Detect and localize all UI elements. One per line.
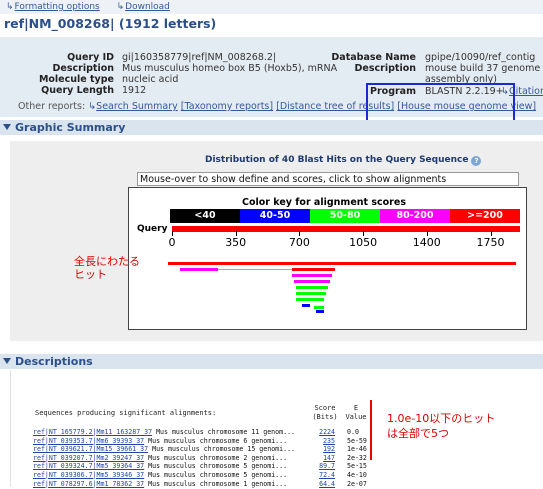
arrow-icon: ↳ <box>88 101 97 112</box>
formatting-options-link[interactable]: Formatting options <box>15 2 100 12</box>
evalue: 4e-10 <box>347 471 367 479</box>
axis-tick-label: 1050 <box>349 236 378 249</box>
descriptions-header[interactable]: Descriptions <box>0 354 543 369</box>
sequence-description: Mus musculus chromosome 5 genomi... <box>144 471 288 479</box>
hit-bar[interactable] <box>180 268 218 271</box>
query-bar <box>172 226 520 232</box>
evalue-column-header: E Value <box>345 404 367 421</box>
score-link[interactable]: 89.7 <box>315 462 335 470</box>
score-link[interactable]: 235 <box>315 437 335 445</box>
evalue: 2e-07 <box>347 479 367 488</box>
molecule-type-value: nucleic acid <box>122 74 179 85</box>
hit-bar[interactable] <box>296 292 326 295</box>
sequence-accession-link[interactable]: ref|NT_165779.2|Mm11_163287_37 <box>33 428 152 436</box>
query-accession: ref|NM_008268| <box>4 16 115 31</box>
sequence-description: Mus musculus chromosome 2 genomi... <box>144 453 288 462</box>
sequence-accession-link[interactable]: ref|NT_039324.7|Mm5_39364_37 <box>33 462 144 470</box>
query-label: Query <box>137 224 168 234</box>
hit-bar[interactable] <box>296 286 328 289</box>
hit-bar[interactable] <box>316 310 324 313</box>
database-name-value: gpipe/10090/ref_contig <box>425 52 536 63</box>
hit-connector-line <box>218 269 292 270</box>
hit-bar[interactable] <box>314 306 324 309</box>
evalue-hit-note: 1.0e-10以下のヒット は全部で5つ <box>387 412 496 440</box>
axis-tick-label: 1400 <box>412 236 441 249</box>
descriptions-title: Descriptions <box>15 355 93 368</box>
score-link[interactable]: 72.4 <box>315 471 335 479</box>
collapse-triangle-icon <box>3 358 11 364</box>
collapse-triangle-icon <box>3 124 11 130</box>
score-link[interactable]: 2224 <box>315 428 335 436</box>
database-description-label: Description <box>354 63 416 74</box>
help-icon[interactable]: ? <box>471 156 482 166</box>
distribution-title-text: Distribution of 40 Blast Hits on the Que… <box>205 155 469 165</box>
sequence-accession-link[interactable]: ref|NT_039353.7|Mm6_39393_37 <box>33 437 144 445</box>
evalue: 5e-59 <box>347 436 367 445</box>
search-summary-link[interactable]: Search Summary <box>96 101 178 112</box>
full-length-hit-note: 全長にわたる ヒット <box>74 255 140 281</box>
hit-bar[interactable] <box>168 262 516 265</box>
graphic-summary-title: Graphic Summary <box>15 121 126 134</box>
color-key-segment: 40-50 <box>240 209 310 223</box>
color-key-segment: <40 <box>170 209 240 223</box>
sequence-description: Mus musculus chromosome 6 genomi... <box>144 436 288 445</box>
sequences-title: Sequences producing significant alignmen… <box>35 409 217 417</box>
sequence-description: Mus musculus chromosome 11 genom... <box>152 428 296 436</box>
sequence-accession-link[interactable]: ref|NT_039621.7|Mm15_39661_37 <box>33 445 148 453</box>
arrow-icon: ↳ <box>116 2 125 12</box>
axis-tick-label: 350 <box>225 236 247 249</box>
mouseover-info-field[interactable]: Mouse-over to show define and scores, cl… <box>137 172 519 186</box>
sequence-accession-link[interactable]: ref|NT_078297.6|Mm1_78362_37 <box>33 480 144 488</box>
axis-tick-label: 0 <box>168 236 176 249</box>
axis-tick-label: 700 <box>288 236 310 249</box>
query-id-label: Query ID <box>67 52 114 63</box>
sequence-description: Mus musculus chromosome 1 genomi... <box>144 479 288 488</box>
sequence-accession-link[interactable]: ref|NT_039306.7|Mm5_39346_37 <box>33 471 144 479</box>
sequence-description: Mus musculus chromosome 5 genomi... <box>144 462 288 471</box>
score-link[interactable]: 64.4 <box>315 480 335 488</box>
annotation-bracket <box>370 400 372 460</box>
database-name-label: Database Name <box>331 52 416 63</box>
query-length-value: 1912 <box>122 85 147 96</box>
hit-bar[interactable] <box>292 268 335 271</box>
sequence-accession-link[interactable]: ref|NT_039207.7|Mm2_39247_37 <box>33 454 144 462</box>
download-link[interactable]: Download <box>125 2 170 12</box>
query-id-value: gi|160358779|ref|NM_008268.2| <box>122 52 277 63</box>
other-reports-label: Other reports: <box>18 101 86 112</box>
evalue: 0.0 <box>347 428 359 436</box>
color-key-segment: 50-80 <box>310 209 380 223</box>
evalue: 1e-46 <box>347 445 367 454</box>
score-column-header: Score (Bits) <box>312 404 338 421</box>
taxonomy-reports-link[interactable]: [Taxonomy reports] <box>181 101 273 112</box>
color-key-segment: 80-200 <box>380 209 450 223</box>
molecule-type-label: Molecule type <box>38 74 114 85</box>
score-link[interactable]: 147 <box>315 454 335 462</box>
sequence-description: Mus musculus chromosome 15 genomi... <box>148 445 296 454</box>
hit-bar[interactable] <box>296 298 324 301</box>
arrow-icon: ↳ <box>6 2 14 12</box>
evalue: 2e-32 <box>347 453 367 462</box>
score-link[interactable]: 192 <box>315 445 335 453</box>
description-label: Description <box>52 63 114 74</box>
color-key-segment: >=200 <box>450 209 520 223</box>
hit-bar[interactable] <box>292 274 332 277</box>
page-title: ref|NM_008268| (1912 letters) <box>4 16 216 31</box>
color-key-title: Color key for alignment scores <box>242 197 406 208</box>
hit-bar[interactable] <box>294 280 330 283</box>
query-letters: (1912 letters) <box>118 16 217 31</box>
table-row: ref|NT_078297.6|Mm1_78362_37 Mus musculu… <box>33 479 367 489</box>
query-length-label: Query Length <box>41 85 114 96</box>
axis-tick-label: 1750 <box>476 236 505 249</box>
graphic-summary-header[interactable]: Graphic Summary <box>0 120 543 135</box>
top-toolbar: ↳Formatting options ↳Download <box>0 0 543 14</box>
hit-bar[interactable] <box>302 304 310 307</box>
evalue: 5e-15 <box>347 462 367 471</box>
distribution-title: Distribution of 40 Blast Hits on the Que… <box>205 155 482 166</box>
database-description-value: mouse build 37 genome da <box>425 63 543 74</box>
